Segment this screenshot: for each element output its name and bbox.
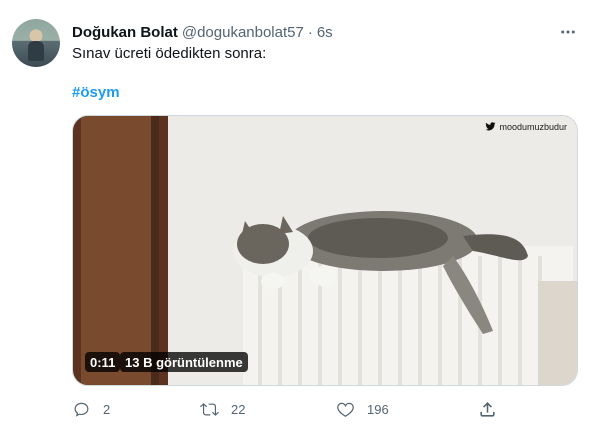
author-name[interactable]: Doğukan Bolat — [72, 24, 178, 41]
tweet-header: Doğukan Bolat @dogukanbolat57 · 6s — [72, 22, 333, 42]
like-button[interactable]: 196 — [336, 398, 389, 420]
reply-count: 2 — [103, 401, 111, 417]
like-count: 196 — [367, 401, 389, 417]
more-button[interactable] — [558, 22, 578, 42]
avatar[interactable] — [12, 19, 60, 67]
reply-button[interactable]: 2 — [72, 398, 110, 420]
tweet-time[interactable]: 6s — [317, 24, 333, 41]
header-separator: · — [307, 23, 313, 41]
twitter-bird-icon — [485, 122, 496, 131]
retweet-icon — [200, 402, 219, 416]
retweet-button[interactable]: 22 — [200, 398, 245, 420]
heart-icon — [337, 402, 354, 417]
reply-icon — [74, 402, 89, 417]
retweet-count: 22 — [231, 401, 246, 417]
view-count: 13 B görüntülenme — [120, 352, 248, 372]
author-handle[interactable]: @dogukanbolat57 — [182, 24, 304, 41]
share-button[interactable] — [478, 398, 497, 420]
tweet-text: Sınav ücreti ödedikten sonra: — [72, 45, 267, 62]
video-player[interactable]: moodumuzbudur 0:11 13 B görüntülenme — [72, 115, 578, 386]
watermark-text: moodumuzbudur — [499, 121, 567, 132]
watermark: moodumuzbudur — [485, 121, 567, 132]
video-frame — [73, 116, 577, 385]
more-horizontal-icon — [561, 30, 575, 34]
tweet-actions: 2 22 196 — [72, 398, 578, 420]
share-icon — [480, 401, 495, 417]
video-duration: 0:11 — [85, 352, 121, 372]
hashtag-link[interactable]: #ösym — [72, 84, 120, 101]
tweet[interactable]: Doğukan Bolat @dogukanbolat57 · 6s Sınav… — [0, 0, 598, 430]
